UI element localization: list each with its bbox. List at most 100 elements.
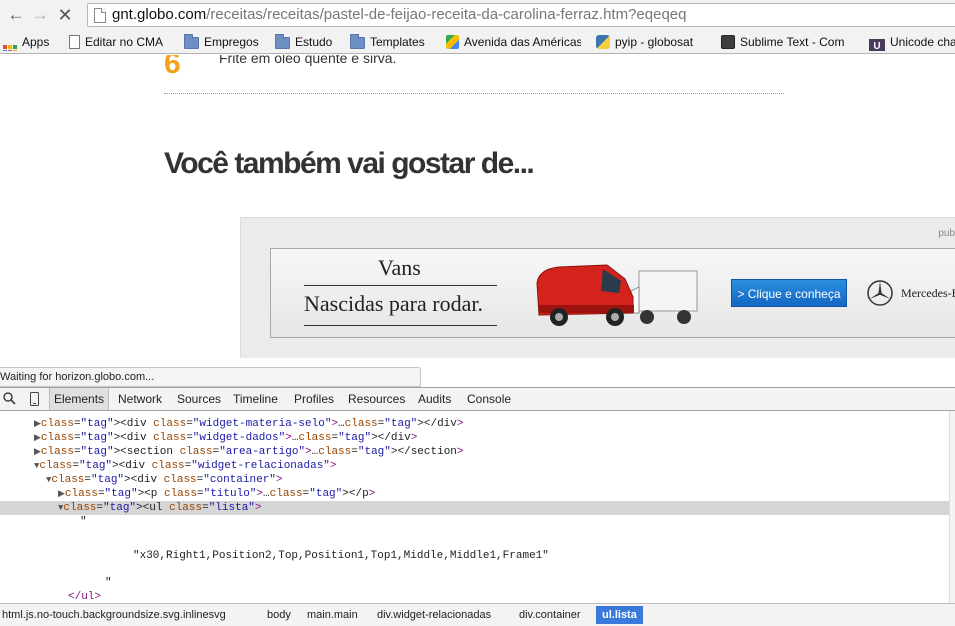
breadcrumb: html.js.no-touch.backgroundsize.svg.inli… <box>0 603 955 626</box>
tab-network[interactable]: Network <box>118 388 162 410</box>
ad-rule <box>304 285 497 286</box>
apps-icon <box>3 45 17 51</box>
mercedes-star-icon <box>867 280 893 306</box>
bookmarks-bar: Apps Editar no CMA Empregos Estudo Templ… <box>0 30 955 54</box>
section-title: Você também vai gostar de... <box>164 147 535 180</box>
step-text: Frite em óleo quente e sirva. <box>219 55 397 66</box>
ad-banner[interactable]: Vans Nascidas para rodar. > Clique e con… <box>270 248 955 338</box>
dom-node-row-selected[interactable]: ▼class="tag"><ul class="lista"> <box>0 501 949 515</box>
search-icon[interactable] <box>3 392 16 406</box>
breadcrumb-ul-lista[interactable]: ul.lista <box>596 606 643 624</box>
dom-node-row[interactable]: ▼class="tag"><div class="widget-relacion… <box>0 459 949 473</box>
tab-elements[interactable]: Elements <box>49 388 110 410</box>
dom-node-text: class="tag"><div class="widget-dados">…c… <box>40 432 418 444</box>
page-content: 6 Frite em óleo quente e sirva. Você tam… <box>0 55 955 358</box>
breadcrumb-widget-relacionadas[interactable]: div.widget-relacionadas <box>377 606 491 624</box>
text-node-quote: " <box>105 577 112 589</box>
dom-node-text: class="tag"><ul class="lista"> <box>63 502 262 514</box>
expand-arrow-icon[interactable]: ▶ <box>58 489 65 499</box>
bookmark-estudo[interactable]: Estudo <box>275 33 332 51</box>
ad-headline-1: Vans <box>378 255 421 280</box>
folder-icon <box>350 34 365 49</box>
text-node-value: "x30,Right1,Position2,Top,Position1,Top1… <box>133 550 549 562</box>
ad-brand: Mercedes-Benz <box>901 286 955 300</box>
dom-node-row[interactable]: ▶class="tag"><p class="titulo">…class="t… <box>0 487 949 501</box>
breadcrumb-main[interactable]: main.main <box>307 606 358 624</box>
tab-profiles[interactable]: Profiles <box>294 388 334 410</box>
ad-rule <box>304 325 497 326</box>
breadcrumb-container[interactable]: div.container <box>519 606 581 624</box>
van-image <box>536 264 698 326</box>
dom-node-row[interactable]: </ul> <box>0 590 949 603</box>
tab-console[interactable]: Console <box>467 388 511 410</box>
text-node-quote: " <box>80 516 87 528</box>
dom-node-row[interactable]: ▶class="tag"><div class="widget-materia-… <box>0 417 949 431</box>
stop-icon[interactable]: ✕ <box>55 5 75 25</box>
python-icon <box>596 35 610 49</box>
tab-sources[interactable]: Sources <box>177 388 221 410</box>
bookmark-sublime-text[interactable]: Sublime Text - Com <box>721 33 854 51</box>
folder-icon <box>275 34 290 49</box>
bookmark-label: Sublime Text - Com <box>740 35 845 49</box>
bookmark-label: Templates <box>370 35 425 49</box>
bookmark-label: Avenida das Américas <box>464 35 581 49</box>
closing-tag: </ul> <box>68 591 102 603</box>
breadcrumb-html[interactable]: html.js.no-touch.backgroundsize.svg.inli… <box>2 606 226 624</box>
page-icon <box>94 8 106 23</box>
bookmark-templates[interactable]: Templates <box>350 33 425 51</box>
text-node-row[interactable]: " <box>0 515 949 529</box>
expand-arrow-icon[interactable]: ▶ <box>34 447 41 457</box>
expand-arrow-icon[interactable]: ▶ <box>34 419 41 429</box>
dom-node-row[interactable]: ▶class="tag"><section class="area-artigo… <box>0 445 949 459</box>
expand-arrow-icon[interactable]: ▶ <box>34 433 41 443</box>
bookmark-pyip-globosat[interactable]: pyip - globosat <box>596 33 693 51</box>
elements-tree: ▶class="tag"><div class="widget-materia-… <box>0 411 949 603</box>
bookmark-label: Editar no CMA <box>85 35 164 49</box>
bookmark-apps[interactable]: Apps <box>3 33 49 51</box>
address-url[interactable]: gnt.globo.com/receitas/receitas/pastel-d… <box>112 6 686 24</box>
elements-scrollbar[interactable] <box>949 411 955 603</box>
bookmark-label: pyip - globosat <box>615 35 694 49</box>
tab-timeline[interactable]: Timeline <box>233 388 278 410</box>
page-fragment <box>421 380 955 387</box>
device-mode-icon[interactable] <box>30 392 39 406</box>
tab-audits[interactable]: Audits <box>418 388 451 410</box>
ad-label: pub <box>938 228 955 239</box>
status-bubble: Waiting for horizon.globo.com... <box>0 367 421 387</box>
dom-node-row[interactable]: ▶class="tag"><div class="widget-dados">…… <box>0 431 949 445</box>
bookmark-unicode[interactable]: U Unicode cha <box>869 33 955 51</box>
devtools-panel: Elements Network Sources Timeline Profil… <box>0 387 955 626</box>
text-node-row[interactable]: " <box>0 576 949 590</box>
unicode-icon: U <box>869 39 885 51</box>
step-number: 6 <box>164 55 181 80</box>
dom-node-text: class="tag"><section class="area-artigo"… <box>40 446 464 458</box>
devtools-tabbar: Elements Network Sources Timeline Profil… <box>0 388 955 411</box>
bookmark-editar-cma[interactable]: Editar no CMA <box>69 33 163 51</box>
browser-toolbar: ← → ✕ gnt.globo.com/receitas/receitas/pa… <box>0 0 955 30</box>
ad-headline-2: Nascidas para rodar. <box>304 291 483 316</box>
bookmark-empregos[interactable]: Empregos <box>184 33 259 51</box>
url-path: /receitas/receitas/pastel-de-feijao-rece… <box>206 6 687 23</box>
cta-button[interactable]: > Clique e conheça <box>731 279 847 307</box>
address-bar[interactable]: gnt.globo.com/receitas/receitas/pastel-d… <box>87 3 955 27</box>
bookmark-label: Estudo <box>295 35 333 49</box>
dom-node-text: class="tag"><div class="widget-relaciona… <box>39 460 337 472</box>
dom-node-text: class="tag"><div class="container"> <box>51 474 283 486</box>
step-divider <box>164 93 784 94</box>
bookmark-avenida-americas[interactable]: Avenida das Américas <box>446 33 581 51</box>
forward-arrow-icon[interactable]: → <box>30 5 50 25</box>
sublime-icon <box>721 35 735 49</box>
dom-node-row[interactable]: ▼class="tag"><div class="container"> <box>0 473 949 487</box>
maps-icon <box>446 35 459 49</box>
dom-node-text: class="tag"><div class="widget-materia-s… <box>40 418 464 430</box>
tab-resources[interactable]: Resources <box>348 388 405 410</box>
url-host: gnt.globo.com <box>112 6 207 23</box>
folder-icon <box>184 34 199 49</box>
page-icon <box>69 35 80 49</box>
dom-node-text: class="tag"><p class="titulo">…class="ta… <box>64 488 376 500</box>
text-node-row[interactable]: "x30,Right1,Position2,Top,Position1,Top1… <box>0 549 949 563</box>
breadcrumb-body[interactable]: body <box>267 606 291 624</box>
back-arrow-icon[interactable]: ← <box>6 5 26 25</box>
bookmark-label: Apps <box>22 35 50 49</box>
bookmark-label: Unicode cha <box>890 35 955 49</box>
